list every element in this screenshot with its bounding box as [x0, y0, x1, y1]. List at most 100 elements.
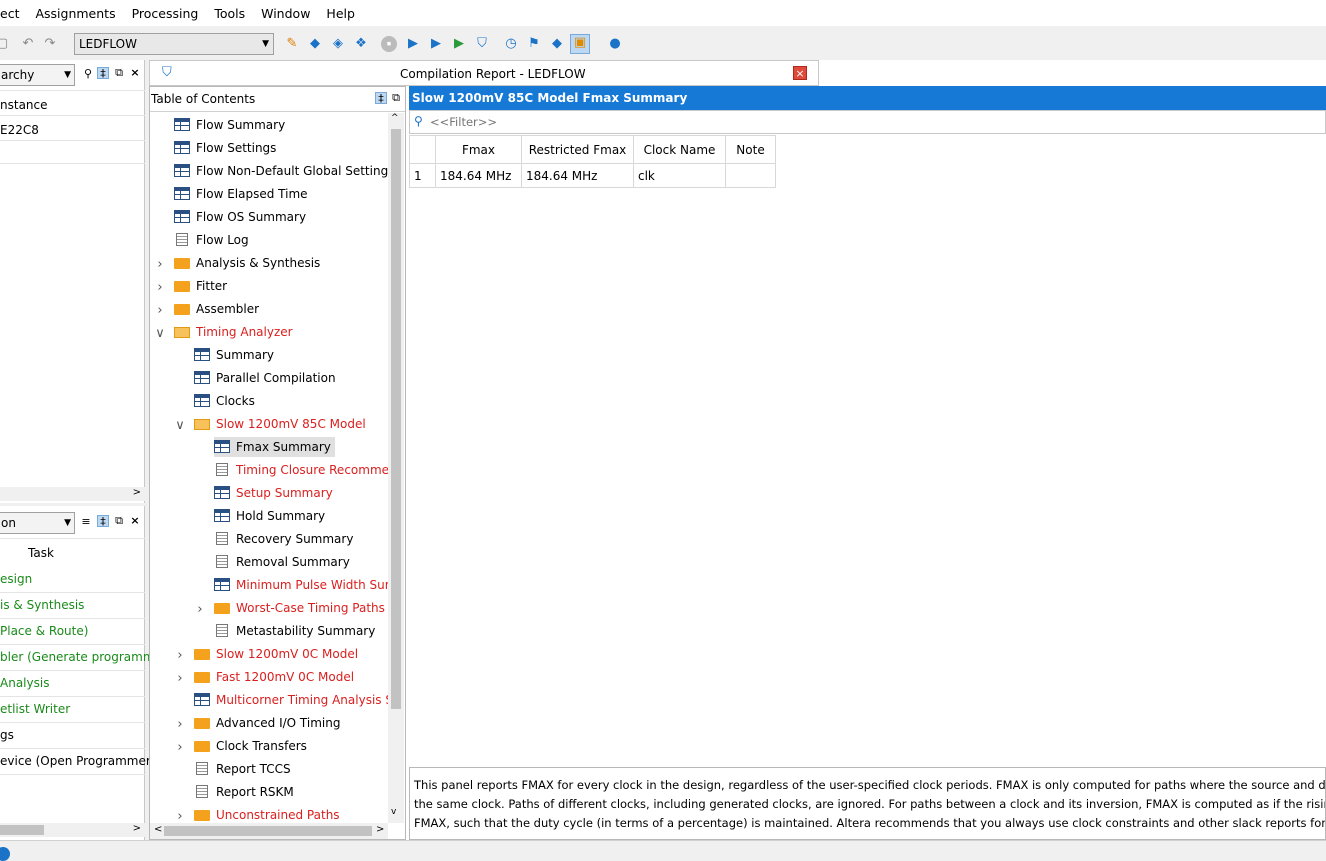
hierarchy-row[interactable]: E22C8	[0, 123, 39, 137]
toc-item[interactable]: Recovery Summary	[214, 529, 353, 549]
diamond-icon[interactable]: ❖	[353, 36, 369, 52]
shield-icon[interactable]: ⛉	[474, 36, 490, 52]
close-icon[interactable]: ×	[129, 515, 141, 527]
table-row[interactable]: 1 184.64 MHz 184.64 MHz clk	[409, 163, 776, 188]
toc-item[interactable]: Analysis & Synthesis	[174, 253, 320, 273]
speech-icon[interactable]: ●	[607, 36, 623, 52]
task-item[interactable]: bler (Generate programmin	[0, 650, 165, 664]
scrollbar-thumb[interactable]	[164, 826, 372, 836]
chevron-right-icon[interactable]: ›	[195, 602, 205, 617]
chevron-right-icon[interactable]: ›	[155, 257, 165, 272]
task-item[interactable]: is & Synthesis	[0, 598, 84, 612]
menu-item[interactable]: ect	[0, 6, 27, 21]
task-item[interactable]: esign	[0, 572, 32, 586]
toc-item[interactable]: Multicorner Timing Analysis Sur	[194, 690, 388, 710]
search-icon[interactable]: ⚲	[82, 68, 94, 80]
menu-item[interactable]: Window	[253, 6, 318, 21]
toc-item[interactable]: Flow Log	[174, 230, 249, 250]
scroll-left-icon[interactable]: <	[154, 824, 162, 835]
scrollbar-thumb[interactable]	[391, 129, 401, 709]
diamond-icon[interactable]: ◆	[307, 36, 323, 52]
scroll-up-icon[interactable]: ^	[391, 113, 399, 123]
stop-icon[interactable]: ⏹	[381, 36, 397, 52]
toc-item[interactable]: Worst-Case Timing Paths	[214, 598, 385, 618]
network-icon[interactable]: ⚑	[526, 36, 542, 52]
flow-select[interactable]: on ▼	[0, 512, 75, 534]
toc-item[interactable]: Metastability Summary	[214, 621, 375, 641]
vertical-scrollbar[interactable]: ^ v	[388, 113, 404, 823]
chevron-right-icon[interactable]: ›	[175, 809, 185, 822]
column-header[interactable]	[409, 135, 436, 164]
save-icon[interactable]: ▢	[0, 36, 10, 52]
toc-item[interactable]: Flow Non-Default Global Settings	[174, 161, 388, 181]
toc-item[interactable]: Assembler	[174, 299, 259, 319]
chevron-right-icon[interactable]: ›	[175, 648, 185, 663]
float-icon[interactable]: ⧉	[113, 515, 125, 527]
task-item[interactable]: evice (Open Programmer)	[0, 754, 155, 768]
toc-item[interactable]: Unconstrained Paths	[194, 805, 340, 822]
pencil-icon[interactable]: ✎	[284, 36, 300, 52]
column-header[interactable]: Fmax	[435, 135, 522, 164]
pin-icon[interactable]: ‡	[97, 515, 109, 528]
toc-item[interactable]: Removal Summary	[214, 552, 350, 572]
chevron-down-icon[interactable]: ∨	[155, 326, 165, 341]
pin-icon[interactable]: ‡	[97, 67, 109, 80]
revision-select[interactable]: LEDFLOW ▼	[74, 33, 274, 55]
column-header[interactable]: Clock Name	[633, 135, 726, 164]
chip-icon[interactable]: ▣	[570, 34, 590, 54]
toc-item[interactable]: Advanced I/O Timing	[194, 713, 340, 733]
undo-icon[interactable]: ↶	[20, 36, 36, 52]
play-check-icon[interactable]: ▶	[428, 36, 444, 52]
float-icon[interactable]: ⧉	[113, 67, 125, 79]
scroll-down-icon[interactable]: v	[391, 807, 396, 817]
toc-item[interactable]: Slow 1200mV 85C Model	[194, 414, 366, 434]
task-item[interactable]: gs	[0, 728, 14, 742]
toc-item[interactable]: Fitter	[174, 276, 227, 296]
toc-item[interactable]: Flow Settings	[174, 138, 276, 158]
scrollbar-thumb[interactable]	[0, 825, 44, 835]
play-icon[interactable]: ▶	[405, 36, 421, 52]
report-tab[interactable]: ⛉ Compilation Report - LEDFLOW ×	[149, 60, 819, 86]
scroll-right-icon[interactable]: >	[376, 824, 384, 835]
horizontal-scrollbar[interactable]: >	[0, 823, 145, 837]
toc-item[interactable]: Fmax Summary	[214, 437, 335, 457]
toc-item[interactable]: Slow 1200mV 0C Model	[194, 644, 358, 664]
close-icon[interactable]: ×	[793, 66, 807, 80]
chevron-right-icon[interactable]: ›	[175, 740, 185, 755]
hierarchy-row[interactable]: nstance	[0, 98, 48, 112]
task-item[interactable]: Analysis	[0, 676, 49, 690]
toc-item[interactable]: Hold Summary	[214, 506, 325, 526]
clock-icon[interactable]: ◷	[503, 36, 519, 52]
toc-item[interactable]: Report RSKM	[194, 782, 294, 802]
close-icon[interactable]: ×	[129, 67, 141, 79]
task-item[interactable]: Place & Route)	[0, 624, 88, 638]
chevron-down-icon[interactable]: ∨	[175, 418, 185, 433]
chevron-right-icon[interactable]: ›	[155, 303, 165, 318]
play-green-icon[interactable]: ▶	[451, 36, 467, 52]
hierarchy-select[interactable]: archy ▼	[0, 64, 75, 86]
column-header[interactable]: Note	[725, 135, 776, 164]
column-header[interactable]: Restricted Fmax	[521, 135, 634, 164]
menu-item[interactable]: Tools	[206, 6, 253, 21]
scroll-right-icon[interactable]: >	[133, 487, 141, 498]
toc-item[interactable]: Fast 1200mV 0C Model	[194, 667, 354, 687]
toc-item[interactable]: Clock Transfers	[194, 736, 307, 756]
toc-item[interactable]: Summary	[194, 345, 274, 365]
redo-icon[interactable]: ↷	[42, 36, 58, 52]
task-item[interactable]: etlist Writer	[0, 702, 70, 716]
diamond-check-icon[interactable]: ◆	[549, 36, 565, 52]
scroll-right-icon[interactable]: >	[133, 823, 141, 834]
horizontal-scrollbar[interactable]: >	[0, 487, 145, 501]
chevron-right-icon[interactable]: ›	[175, 717, 185, 732]
filter-input[interactable]	[430, 113, 730, 131]
menu-item[interactable]: Help	[318, 6, 363, 21]
menu-item[interactable]: Assignments	[27, 6, 123, 21]
float-icon[interactable]: ⧉	[390, 92, 402, 104]
toc-item[interactable]: Setup Summary	[214, 483, 333, 503]
toc-item[interactable]: Parallel Compilation	[194, 368, 336, 388]
menu-icon[interactable]: ≡	[80, 516, 92, 528]
toc-item[interactable]: Report TCCS	[194, 759, 291, 779]
toc-item[interactable]: Flow Elapsed Time	[174, 184, 308, 204]
toc-item[interactable]: Timing Analyzer	[174, 322, 293, 342]
menu-item[interactable]: Processing	[124, 6, 207, 21]
